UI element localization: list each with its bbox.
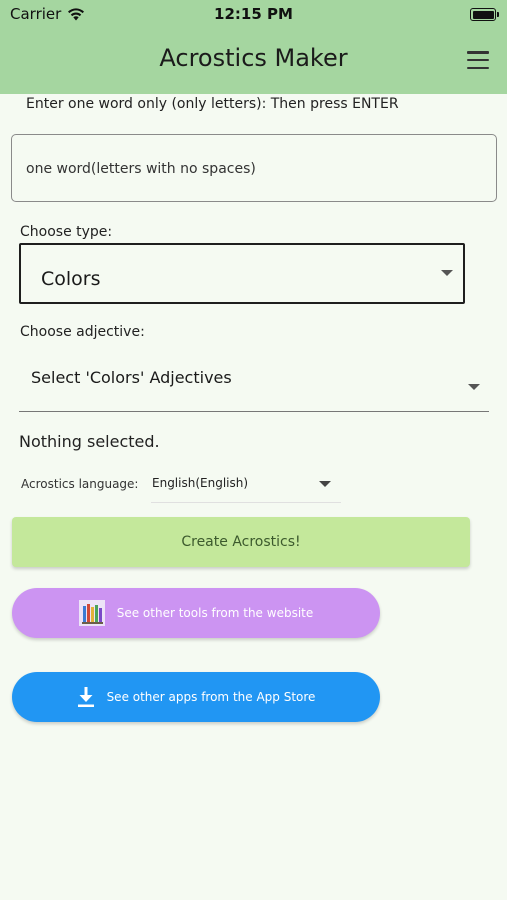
page-title: Acrostics Maker [159,44,348,72]
hamburger-menu-icon[interactable] [467,51,489,69]
type-dropdown-value: Colors [41,268,101,290]
see-website-tools-button[interactable]: See other tools from the website [12,588,380,638]
download-icon [77,687,94,707]
type-dropdown[interactable]: Colors [19,243,465,304]
dropdown-arrow-icon [441,270,453,276]
instruction-text: Enter one word only (only letters): Then… [26,96,399,112]
language-label: Acrostics language: [21,477,139,491]
app-bar: Carrier 12:15 PM Acrostics Maker [0,0,507,94]
battery-icon [470,8,499,21]
create-acrostics-button[interactable]: Create Acrostics! [12,517,470,567]
language-dropdown[interactable]: English(English) [151,467,341,503]
word-input-placeholder: one word(letters with no spaces) [26,161,256,177]
status-time: 12:15 PM [214,5,293,23]
language-dropdown-value: English(English) [152,476,249,490]
books-icon [78,600,105,626]
type-label: Choose type: [20,224,113,240]
adjective-label: Choose adjective: [20,324,145,340]
dropdown-arrow-icon [468,384,480,390]
word-input[interactable]: one word(letters with no spaces) [11,134,497,202]
adjective-dropdown-value: Select 'Colors' Adjectives [31,368,232,387]
dropdown-arrow-icon [319,481,331,487]
selection-status: Nothing selected. [19,432,160,451]
website-button-label: See other tools from the website [116,606,314,620]
see-app-store-button[interactable]: See other apps from the App Store [12,672,380,722]
adjective-dropdown[interactable]: Select 'Colors' Adjectives [19,350,489,412]
app-store-button-label: See other apps from the App Store [106,690,316,704]
